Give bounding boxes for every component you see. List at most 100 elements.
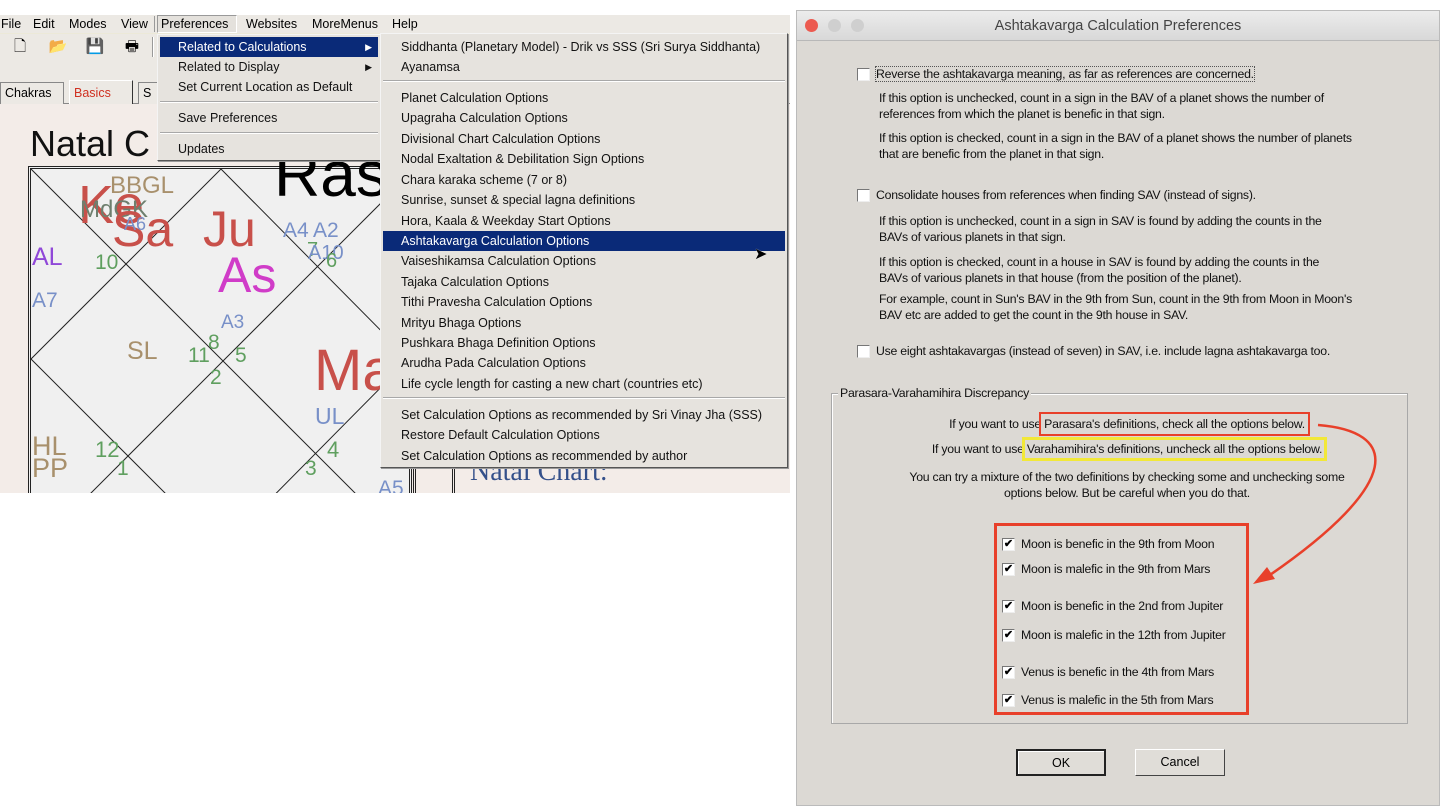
option1-desc: If this option is unchecked, count in a … (879, 91, 1324, 105)
submenu-item[interactable]: Ayanamsa (383, 57, 785, 77)
cancel-button[interactable]: Cancel (1135, 749, 1225, 776)
eight-ashtakavargas-checkbox[interactable] (857, 345, 870, 358)
new-document-icon[interactable]: 🗋 (10, 38, 30, 56)
print-icon[interactable]: 🖶 (122, 38, 142, 56)
submenu-arrow-icon: ▶ (365, 62, 372, 72)
discrepancy-option-checkbox[interactable]: ✔ (1002, 600, 1015, 613)
submenu-item[interactable]: Siddhanta (Planetary Model) - Drik vs SS… (383, 37, 785, 57)
discrepancy-option-checkbox[interactable]: ✔ (1002, 563, 1015, 576)
save-icon[interactable]: 💾 (85, 38, 105, 56)
submenu-item[interactable]: Pushkara Bhaga Definition Options (383, 333, 785, 353)
submenu-item[interactable]: Chara karaka scheme (7 or 8) (383, 170, 785, 190)
discrepancy-option-label[interactable]: Venus is benefic in the 4th from Mars (1021, 665, 1214, 679)
menu-moremenus[interactable]: MoreMenus (309, 16, 381, 32)
menu-edit[interactable]: Edit (30, 16, 58, 32)
varahamihira-line: If you want to use Varahamihira's defini… (837, 437, 1417, 461)
consolidate-houses-label[interactable]: Consolidate houses from references when … (876, 188, 1256, 202)
submenu-item[interactable]: Set Calculation Options as recommended b… (383, 405, 785, 425)
groupbox-title: Parasara-Varahamihira Discrepancy (838, 386, 1032, 400)
menu-websites[interactable]: Websites (243, 16, 300, 32)
submenu-item[interactable]: Tajaka Calculation Options (383, 272, 785, 292)
toolbar-divider (152, 37, 154, 57)
option2-desc: For example, count in Sun's BAV in the 9… (879, 292, 1352, 306)
menu-item-related-to-display[interactable]: Related to Display ▶ (160, 57, 378, 77)
discrepancy-option-label[interactable]: Moon is malefic in the 12th from Jupiter (1021, 628, 1226, 642)
consolidate-houses-checkbox[interactable] (857, 189, 870, 202)
reverse-meaning-label[interactable]: Reverse the ashtakavarga meaning, as far… (875, 66, 1255, 82)
menu-modes[interactable]: Modes (66, 16, 110, 32)
submenu-item[interactable]: Tithi Pravesha Calculation Options (383, 292, 785, 312)
calculations-submenu: Siddhanta (Planetary Model) - Drik vs SS… (380, 33, 788, 468)
submenu-item[interactable]: Arudha Pada Calculation Options (383, 353, 785, 373)
line-prefix: If you want to use (931, 442, 1027, 456)
menu-item-label: Related to Calculations (178, 40, 307, 54)
discrepancy-option-checkbox[interactable]: ✔ (1002, 666, 1015, 679)
parasara-line: If you want to use Parasara's definition… (837, 412, 1417, 436)
submenu-item[interactable]: Nodal Exaltation & Debilitation Sign Opt… (383, 149, 785, 169)
menu-item-save-preferences[interactable]: Save Preferences (160, 108, 378, 128)
menu-file[interactable]: File (0, 16, 24, 32)
option2-desc: BAV etc are added to get the count in th… (879, 308, 1189, 322)
mixture-line: You can try a mixture of the two definit… (909, 470, 1345, 484)
option1-desc: If this option is checked, count in a si… (879, 131, 1352, 145)
menu-separator (383, 397, 785, 399)
dialog-title: Ashtakavarga Calculation Preferences (994, 18, 1242, 34)
discrepancy-option-label[interactable]: Moon is malefic in the 9th from Mars (1021, 562, 1210, 576)
chart-heading: Natal C (30, 123, 151, 164)
ok-button[interactable]: OK (1016, 749, 1106, 776)
menu-bar: File Edit Modes View Preferences Website… (0, 15, 790, 33)
discrepancy-option-checkbox[interactable]: ✔ (1002, 538, 1015, 551)
ashtakavarga-preferences-dialog: Ashtakavarga Calculation Preferences Rev… (796, 10, 1440, 806)
menu-divider (154, 16, 155, 32)
submenu-item[interactable]: Ashtakavarga Calculation Options (383, 231, 785, 251)
discrepancy-option-label[interactable]: Venus is malefic in the 5th from Mars (1021, 693, 1214, 707)
submenu-item[interactable]: Set Calculation Options as recommended b… (383, 446, 785, 466)
mouse-cursor-icon: ➤ (754, 246, 768, 263)
eight-ashtakavargas-label[interactable]: Use eight ashtakavargas (instead of seve… (876, 344, 1330, 358)
discrepancy-option-label[interactable]: Moon is benefic in the 9th from Moon (1021, 537, 1215, 551)
menu-separator (160, 101, 378, 103)
submenu-item[interactable]: Planet Calculation Options (383, 88, 785, 108)
option2-desc: BAVs of various planets in that sign. (879, 230, 1066, 244)
option1-desc: that are benefic from the planet in that… (879, 147, 1105, 161)
submenu-item[interactable]: Sunrise, sunset & special lagna definiti… (383, 190, 785, 210)
menu-preferences[interactable]: Preferences (157, 15, 237, 33)
line-prefix: If you want to use (949, 417, 1045, 431)
submenu-item[interactable]: Restore Default Calculation Options (383, 425, 785, 445)
menu-item-set-location-default[interactable]: Set Current Location as Default (160, 77, 378, 97)
title-bar: Ashtakavarga Calculation Preferences (797, 11, 1439, 41)
menu-item-updates[interactable]: Updates (160, 139, 378, 159)
reverse-meaning-checkbox[interactable] (857, 68, 870, 81)
option2-desc: If this option is unchecked, count in a … (879, 214, 1322, 228)
chart-lines (31, 169, 409, 493)
open-folder-icon[interactable]: 📂 (48, 38, 68, 56)
tab-chakras[interactable]: Chakras (0, 82, 64, 104)
app-window: File Edit Modes View Preferences Website… (0, 15, 790, 493)
submenu-item[interactable]: Vaiseshikamsa Calculation Options (383, 251, 785, 271)
varahamihira-highlight: Varahamihira's definitions, uncheck all … (1021, 437, 1328, 461)
discrepancy-option-label[interactable]: Moon is benefic in the 2nd from Jupiter (1021, 599, 1223, 613)
natal-chart (28, 166, 412, 493)
option1-desc: references from which the planet is bene… (879, 107, 1165, 121)
submenu-item[interactable]: Upagraha Calculation Options (383, 108, 785, 128)
submenu-item[interactable]: Divisional Chart Calculation Options (383, 129, 785, 149)
submenu-arrow-icon: ▶ (365, 42, 372, 52)
discrepancy-option-checkbox[interactable]: ✔ (1002, 629, 1015, 642)
submenu-item[interactable]: Hora, Kaala & Weekday Start Options (383, 211, 785, 231)
menu-separator (160, 132, 378, 134)
option2-desc: BAVs of various planets in that house (f… (879, 271, 1242, 285)
option2-desc: If this option is checked, count in a ho… (879, 255, 1320, 269)
discrepancy-option-checkbox[interactable]: ✔ (1002, 694, 1015, 707)
menu-view[interactable]: View (118, 16, 151, 32)
menu-separator (383, 80, 785, 82)
submenu-item[interactable]: Mrityu Bhaga Options (383, 313, 785, 333)
menu-item-related-to-calculations[interactable]: Related to Calculations ▶ (160, 37, 378, 57)
options-highlight-box (994, 523, 1249, 715)
tab-basics[interactable]: Basics (69, 80, 133, 104)
submenu-item[interactable]: Life cycle length for casting a new char… (383, 374, 785, 394)
menu-help[interactable]: Help (389, 16, 421, 32)
preferences-menu: Related to Calculations ▶ Related to Disp… (157, 34, 381, 161)
menu-item-label: Related to Display (178, 60, 280, 74)
careful-line: options below. But be careful when you d… (1004, 486, 1250, 500)
parasara-highlight: Parasara's definitions, check all the op… (1039, 412, 1310, 436)
